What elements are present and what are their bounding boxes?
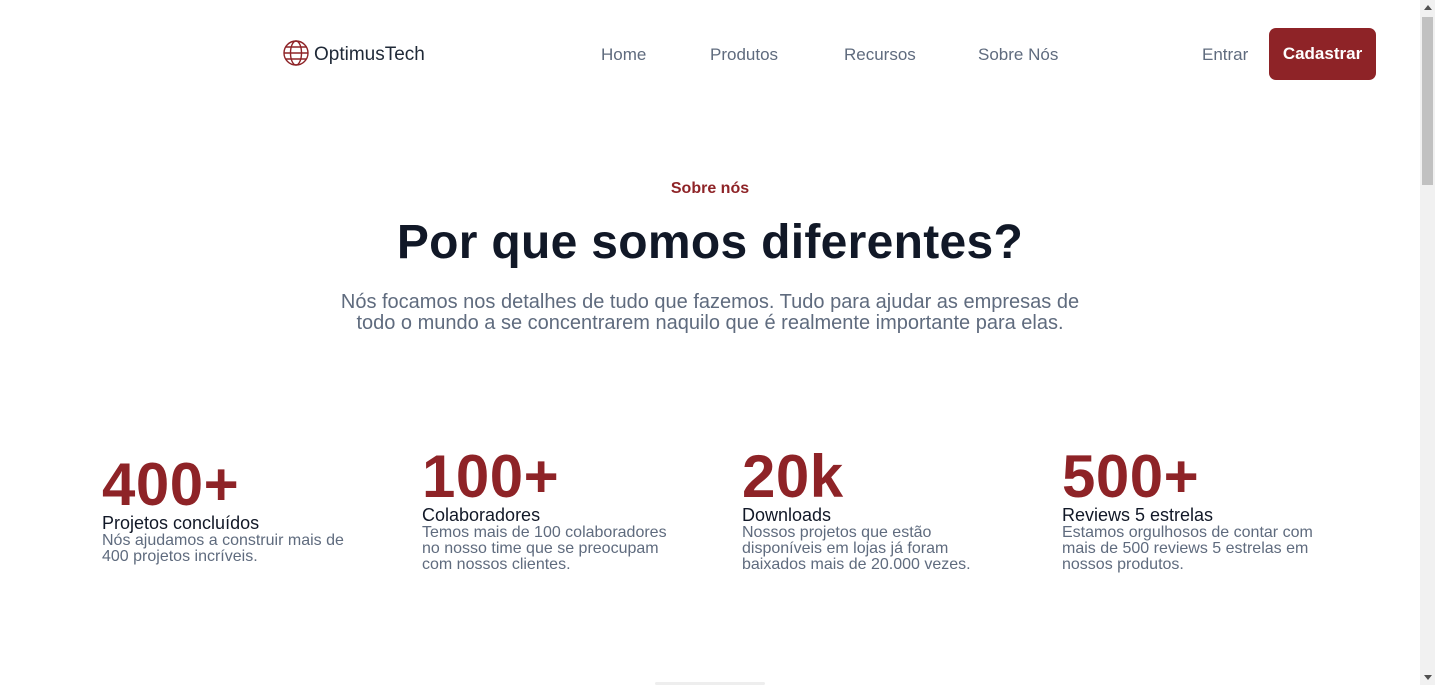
- stat-number: 100+: [422, 443, 560, 510]
- stat-number: 500+: [1062, 443, 1200, 510]
- stat-description: Nós ajudamos a construir mais de 400 pro…: [102, 533, 377, 565]
- subtitle-line-2: todo o mundo a se concentrarem naquilo q…: [356, 312, 1064, 334]
- stat-reviews: 500+ Reviews 5 estrelas Estamos orgulhos…: [1062, 443, 1337, 573]
- stat-collaborators: 100+ Colaboradores Temos mais de 100 col…: [422, 443, 697, 573]
- stat-desc-line: Nós ajudamos a construir mais de: [102, 532, 344, 549]
- stat-desc-line: 400 projetos incríveis.: [102, 548, 258, 565]
- page: OptimusTech Home Produtos Recursos Sobre…: [0, 0, 1435, 685]
- stat-desc-line: disponíveis em lojas já foram: [742, 540, 949, 557]
- nav-sobre-nos[interactable]: Sobre Nós: [978, 45, 1058, 65]
- nav-produtos[interactable]: Produtos: [710, 45, 778, 65]
- stat-downloads: 20k Downloads Nossos projetos que estão …: [742, 443, 1017, 573]
- logo-text: OptimusTech: [314, 44, 425, 65]
- stat-desc-line: Temos mais de 100 colaboradores: [422, 524, 667, 541]
- stat-desc-line: mais de 500 reviews 5 estrelas em: [1062, 540, 1309, 557]
- stat-desc-line: nossos produtos.: [1062, 556, 1184, 573]
- globe-icon: [283, 40, 309, 66]
- stat-projects: 400+ Projetos concluídos Nós ajudamos a …: [102, 451, 377, 565]
- stat-number: 20k: [742, 443, 844, 510]
- stat-description: Nossos projetos que estão disponíveis em…: [742, 525, 1017, 573]
- subtitle-line-1: Nós focamos nos detalhes de tudo que faz…: [340, 291, 1080, 313]
- section-title: Por que somos diferentes?: [396, 216, 1024, 269]
- stat-desc-line: Nossos projetos que estão: [742, 524, 932, 541]
- stat-number: 400+: [102, 451, 240, 518]
- scroll-down-arrow-icon[interactable]: [1420, 670, 1435, 685]
- stat-desc-line: Estamos orgulhosos de contar com: [1062, 524, 1313, 541]
- stat-label: Colaboradores: [422, 505, 541, 525]
- stat-desc-line: no nosso time que se preocupam: [422, 540, 659, 557]
- stat-desc-line: com nossos clientes.: [422, 556, 571, 573]
- stat-label: Downloads: [742, 505, 832, 525]
- nav-recursos[interactable]: Recursos: [844, 45, 916, 65]
- logo-link[interactable]: OptimusTech: [282, 39, 425, 67]
- stat-desc-line: baixados mais de 20.000 vezes.: [742, 556, 971, 573]
- scrollbar-thumb[interactable]: [1422, 17, 1433, 185]
- stat-description: Estamos orgulhosos de contar com mais de…: [1062, 525, 1337, 573]
- stat-label: Projetos concluídos: [102, 513, 260, 533]
- signup-button[interactable]: Cadastrar: [1269, 28, 1376, 80]
- section-subtitle: Nós focamos nos detalhes de tudo que faz…: [310, 292, 1110, 334]
- nav-home[interactable]: Home: [601, 45, 646, 65]
- stat-description: Temos mais de 100 colaboradores no nosso…: [422, 525, 697, 573]
- section-eyebrow: Sobre nós: [670, 180, 750, 197]
- scroll-up-arrow-icon[interactable]: [1420, 0, 1435, 15]
- login-link[interactable]: Entrar: [1202, 45, 1248, 65]
- stat-label: Reviews 5 estrelas: [1062, 505, 1214, 525]
